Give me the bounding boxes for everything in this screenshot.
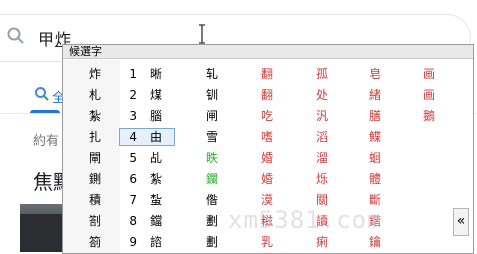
watermark: xm5381.com <box>228 206 383 234</box>
ime-candidate-item[interactable]: 轧 <box>206 64 218 85</box>
ime-phonetic-char[interactable]: 箚 <box>89 232 101 253</box>
ime-candidate-item[interactable]: 雪 <box>206 127 218 148</box>
ime-candidate-item[interactable]: 吃 <box>261 106 273 127</box>
ime-candidate-item[interactable]: 蛔 <box>369 148 381 169</box>
results-count: 約有 <box>33 134 60 149</box>
ime-candidate-item[interactable]: 溜 <box>316 148 328 169</box>
ime-candidate-item[interactable]: 體 <box>369 169 381 190</box>
search-typed-text: 甲 <box>38 30 56 49</box>
ime-candidate-item[interactable]: 緒 <box>369 85 381 106</box>
ime-candidate-item[interactable]: 鰈 <box>369 127 381 148</box>
ime-phonetic-char[interactable]: 劄 <box>89 211 101 232</box>
ime-phonetic-char[interactable]: 扎 <box>89 127 101 148</box>
ime-candidate-item[interactable]: 滔 <box>316 127 328 148</box>
ime-candidate-item[interactable]: 由 <box>150 127 162 148</box>
text-cursor-icon <box>199 24 205 44</box>
ime-candidate-number: 9 <box>129 235 137 249</box>
ime-page-button[interactable]: « <box>453 208 469 236</box>
ime-candidate-row: 紮 3腦 闸 吃 汎 膳 鵝 <box>63 106 473 127</box>
ime-candidate-item[interactable]: 紮 <box>150 169 162 190</box>
ime-candidate-item[interactable]: 翻 <box>261 85 273 106</box>
ime-candidate-row: 扎 4由 雪 嗜 滔 鰈 <box>63 127 473 148</box>
ime-candidate-item[interactable]: 眣 <box>206 148 218 169</box>
ime-candidate-item[interactable]: 諮 <box>150 232 162 253</box>
ime-candidate-item[interactable]: 钏 <box>206 85 218 106</box>
ime-candidate-number: 4 <box>129 130 137 144</box>
ime-candidate-number: 3 <box>129 109 137 123</box>
search-icon[interactable] <box>6 26 26 46</box>
ime-candidate-number: 5 <box>129 151 137 165</box>
ime-candidate-item[interactable]: 汎 <box>316 106 328 127</box>
ime-candidate-item[interactable]: 煤 <box>150 85 162 106</box>
ime-candidate-item[interactable]: 晰 <box>150 64 162 85</box>
ime-candidate-item[interactable]: 膳 <box>369 106 381 127</box>
ime-candidate-item[interactable]: 劃 <box>206 232 218 253</box>
ime-candidate-row: 炸 1晰 轧 翻 孤 皂 画 <box>63 64 473 85</box>
ime-candidate-item[interactable]: 闸 <box>206 106 218 127</box>
ime-candidate-item[interactable]: 婚 <box>261 169 273 190</box>
ime-phonetic-char[interactable]: 鍘 <box>89 169 101 190</box>
ime-candidate-row: 箚 9諮 劃 乳 痢 鑰 <box>63 232 473 253</box>
ime-candidate-item[interactable]: 处 <box>316 85 328 106</box>
ime-candidate-item[interactable]: 鐺 <box>150 211 162 232</box>
ime-candidate-number: 7 <box>129 193 137 207</box>
ime-candidate-item[interactable]: 鑭 <box>206 169 218 190</box>
ime-candidate-row: 札 2煤 钏 翻 处 緒 画 <box>63 85 473 106</box>
ime-candidate-item[interactable]: 乳 <box>261 232 273 253</box>
ime-candidate-item[interactable]: 翻 <box>261 64 273 85</box>
ime-candidate-item[interactable]: 婚 <box>261 148 273 169</box>
ime-candidate-number: 6 <box>129 172 137 186</box>
ime-candidate-number: 1 <box>129 67 137 81</box>
ime-candidate-item[interactable]: 画 <box>423 64 435 85</box>
all-results-tab-icon <box>35 87 49 101</box>
ime-candidate-item[interactable]: 腦 <box>150 106 162 127</box>
ime-candidate-item[interactable]: 痢 <box>316 232 328 253</box>
ime-candidate-row: 閘 5乩 眣 婚 溜 蛔 <box>63 148 473 169</box>
ime-phonetic-char[interactable]: 積 <box>89 190 101 211</box>
ime-phonetic-char[interactable]: 炸 <box>89 64 101 85</box>
ime-candidate-item[interactable]: 嗜 <box>261 127 273 148</box>
ime-candidate-item[interactable]: 蚻 <box>150 190 162 211</box>
ime-candidate-item[interactable]: 鑰 <box>369 232 381 253</box>
ime-candidate-item[interactable]: 鵝 <box>423 106 435 127</box>
ime-candidate-item[interactable]: 孤 <box>316 64 328 85</box>
ime-candidate-item[interactable]: 劃 <box>206 211 218 232</box>
ime-candidate-item[interactable]: 画 <box>423 85 435 106</box>
ime-candidate-item[interactable]: 烁 <box>316 169 328 190</box>
ime-candidate-item[interactable]: 乩 <box>150 148 162 169</box>
ime-phonetic-char[interactable]: 閘 <box>89 148 101 169</box>
ime-phonetic-char[interactable]: 札 <box>89 85 101 106</box>
ime-candidate-item[interactable]: 皂 <box>369 64 381 85</box>
ime-candidate-item[interactable]: 偺 <box>206 190 218 211</box>
ime-candidate-number: 8 <box>129 214 137 228</box>
ime-phonetic-char[interactable]: 紮 <box>89 106 101 127</box>
ime-candidate-title: 候選字 <box>63 45 473 59</box>
ime-candidate-number: 2 <box>129 88 137 102</box>
ime-candidate-row: 鍘 6紮 鑭 婚 烁 體 <box>63 169 473 190</box>
